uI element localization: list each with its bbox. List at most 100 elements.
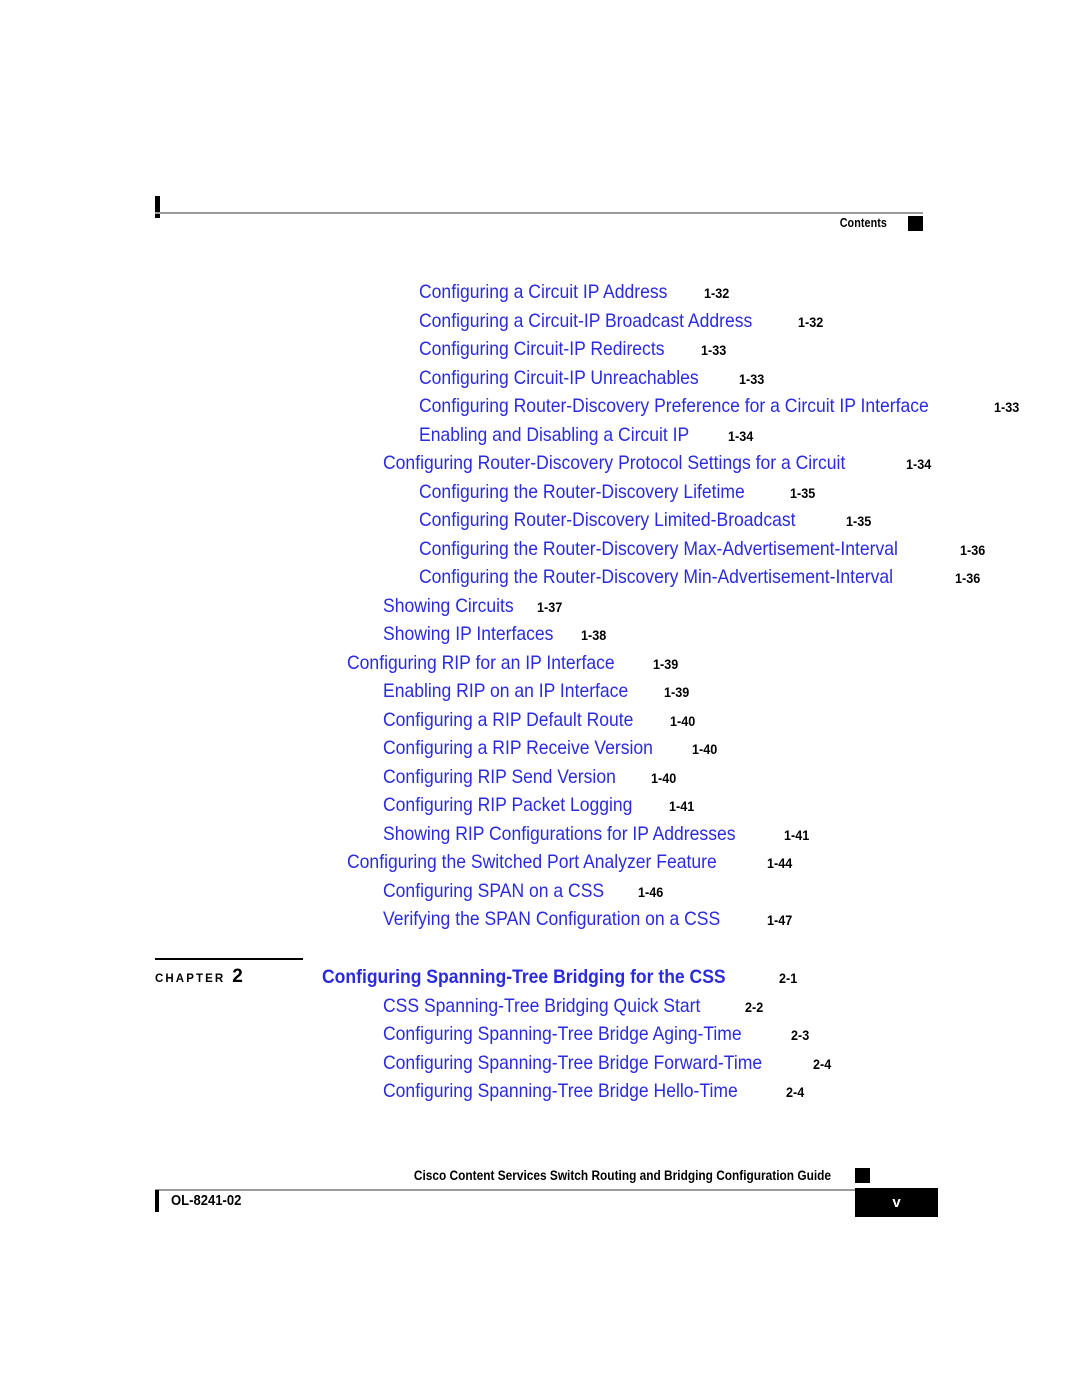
chapter-line: CHAPTER 2 bbox=[155, 966, 305, 988]
toc-entry-title: Configuring Spanning-Tree Bridge Aging-T… bbox=[383, 1023, 742, 1045]
toc-entry-row[interactable]: Enabling and Disabling a Circuit IP 1-34 bbox=[0, 421, 1080, 450]
header-left-tick bbox=[155, 196, 160, 218]
toc-entry-row[interactable]: Configuring RIP Send Version 1-40 bbox=[0, 763, 1080, 792]
toc-entry-page-number: 1-33 bbox=[994, 399, 1020, 415]
toc-entry-row[interactable]: Showing RIP Configurations for IP Addres… bbox=[0, 820, 1080, 849]
toc-entry-title: CSS Spanning-Tree Bridging Quick Start bbox=[383, 994, 701, 1017]
toc-entry-title: Configuring RIP for an IP Interface bbox=[347, 651, 615, 674]
header-contents-label: Contents bbox=[839, 216, 887, 230]
toc-entry-row[interactable]: Configuring a Circuit-IP Broadcast Addre… bbox=[0, 307, 1080, 336]
footer-rule bbox=[155, 1189, 870, 1191]
toc-entry-row[interactable]: Configuring Circuit-IP Unreachables 1-33 bbox=[0, 364, 1080, 393]
chapter-marker: CHAPTER 2 bbox=[155, 958, 305, 988]
toc-entry-title: Configuring the Switched Port Analyzer F… bbox=[347, 851, 717, 873]
toc-entry-page-number: 1-46 bbox=[637, 883, 663, 900]
footer-guide-title: Cisco Content Services Switch Routing an… bbox=[413, 1168, 831, 1183]
toc-entry-row[interactable]: Configuring Circuit-IP Redirects 1-33 bbox=[0, 335, 1080, 364]
toc-entry-title: Configuring the Router-Discovery Lifetim… bbox=[419, 480, 745, 503]
footer-page-number: v bbox=[855, 1188, 938, 1217]
toc-entry-page-number: 1-41 bbox=[783, 826, 809, 843]
toc-entry-title: Configuring a RIP Receive Version bbox=[383, 737, 653, 759]
toc-entry-title: Configuring Circuit-IP Redirects bbox=[419, 338, 665, 360]
toc-entry-page-number: 1-33 bbox=[700, 342, 726, 358]
chapter-rule bbox=[155, 958, 303, 960]
toc-entry-row[interactable]: Configuring Spanning-Tree Bridge Hello-T… bbox=[0, 1077, 1080, 1106]
toc-entry-page-number: 1-32 bbox=[798, 313, 824, 330]
toc-entry-page-number: 1-33 bbox=[738, 370, 764, 387]
toc-entry-title: Configuring Router-Discovery Limited-Bro… bbox=[419, 509, 796, 531]
toc-entry-page-number: 2-3 bbox=[790, 1027, 809, 1043]
toc-entry-title: Showing RIP Configurations for IP Addres… bbox=[383, 822, 736, 845]
page-header: Contents bbox=[155, 196, 923, 236]
toc-entry-page-number: 1-36 bbox=[960, 541, 986, 558]
toc-entry-title: Configuring Router-Discovery Preference … bbox=[419, 395, 929, 417]
toc-entry-row[interactable]: Configuring a RIP Receive Version 1-40 bbox=[0, 734, 1080, 763]
toc-entry-page-number: 1-34 bbox=[728, 427, 754, 444]
toc-entry-title: Configuring RIP Packet Logging bbox=[383, 794, 633, 816]
toc-entry-title: Showing IP Interfaces bbox=[383, 623, 554, 645]
toc-entry-title: Configuring SPAN on a CSS bbox=[383, 879, 605, 902]
toc-entry-title: Enabling and Disabling a Circuit IP bbox=[419, 423, 690, 446]
chapter-word-label: CHAPTER bbox=[155, 973, 226, 985]
toc-entry-row[interactable]: Configuring the Switched Port Analyzer F… bbox=[0, 848, 1080, 877]
toc-entry-row[interactable]: Showing Circuits 1-37 bbox=[0, 592, 1080, 621]
toc-entry-row[interactable]: Verifying the SPAN Configuration on a CS… bbox=[0, 905, 1080, 934]
toc-entry-page-number: 1-38 bbox=[581, 627, 607, 643]
toc-entry-page-number: 1-36 bbox=[954, 570, 980, 586]
toc-entry-page-number: 2-4 bbox=[786, 1084, 805, 1100]
toc-entry-row[interactable]: Configuring the Router-Discovery Max-Adv… bbox=[0, 535, 1080, 564]
toc-entry-row[interactable]: Configuring Router-Discovery Limited-Bro… bbox=[0, 506, 1080, 535]
toc-entry-page-number: 1-47 bbox=[766, 912, 792, 928]
toc-entry-page-number: 2-1 bbox=[779, 969, 798, 986]
toc-entry-title: Configuring Spanning-Tree Bridge Hello-T… bbox=[383, 1080, 738, 1102]
toc-entry-page-number: 1-41 bbox=[669, 798, 695, 814]
footer-square-marker bbox=[855, 1168, 870, 1183]
toc-entry-page-number: 2-2 bbox=[744, 998, 763, 1015]
toc-entry-row[interactable]: Configuring Spanning-Tree Bridge Forward… bbox=[0, 1049, 1080, 1078]
toc-entry-page-number: 1-39 bbox=[664, 684, 690, 700]
toc-entry-row[interactable]: Configuring a Circuit IP Address 1-32 bbox=[0, 278, 1080, 307]
chapter-number: 2 bbox=[232, 966, 243, 987]
toc-entry-row[interactable]: Configuring RIP for an IP Interface 1-39 bbox=[0, 649, 1080, 678]
toc-entry-row[interactable]: Enabling RIP on an IP Interface 1-39 bbox=[0, 677, 1080, 706]
toc-entry-row[interactable]: Configuring Router-Discovery Protocol Se… bbox=[0, 449, 1080, 478]
toc-entry-title: Configuring Spanning-Tree Bridging for t… bbox=[322, 965, 726, 988]
toc-entry-page-number: 1-40 bbox=[691, 741, 718, 757]
toc-entry-title: Configuring Router-Discovery Protocol Se… bbox=[383, 452, 846, 474]
toc-entry-title: Configuring Spanning-Tree Bridge Forward… bbox=[383, 1051, 763, 1074]
toc-entry-row[interactable]: Configuring a RIP Default Route 1-40 bbox=[0, 706, 1080, 735]
toc-entry-page-number: 1-37 bbox=[537, 598, 563, 615]
toc-entry-row[interactable]: Configuring the Router-Discovery Min-Adv… bbox=[0, 563, 1080, 592]
footer-left-tick bbox=[155, 1190, 159, 1212]
header-rule bbox=[155, 212, 923, 214]
toc-entry-row[interactable]: Configuring Spanning-Tree Bridge Aging-T… bbox=[0, 1020, 1080, 1049]
toc-entry-page-number: 1-35 bbox=[790, 484, 816, 501]
toc-entry-row[interactable]: CSS Spanning-Tree Bridging Quick Start 2-… bbox=[0, 992, 1080, 1021]
toc-entry-title: Verifying the SPAN Configuration on a CS… bbox=[383, 908, 721, 930]
toc-entry-page-number: 1-34 bbox=[905, 456, 931, 472]
toc-entry-row[interactable]: Configuring Router-Discovery Preference … bbox=[0, 392, 1080, 421]
toc-entry-title: Configuring a Circuit-IP Broadcast Addre… bbox=[419, 309, 753, 332]
toc-entry-page-number: 2-4 bbox=[813, 1055, 832, 1072]
header-square-marker bbox=[908, 216, 923, 231]
toc-entry-row[interactable]: Configuring SPAN on a CSS 1-46 bbox=[0, 877, 1080, 906]
toc-entry-page-number: 1-40 bbox=[650, 769, 676, 786]
page-footer: Cisco Content Services Switch Routing an… bbox=[155, 1168, 938, 1228]
toc-entry-page-number: 1-44 bbox=[766, 855, 793, 871]
toc-entry-page-number: 1-40 bbox=[670, 712, 696, 729]
toc-entry-title: Configuring RIP Send Version bbox=[383, 765, 616, 788]
toc-entry-row[interactable]: Configuring the Router-Discovery Lifetim… bbox=[0, 478, 1080, 507]
toc-entry-title: Configuring a RIP Default Route bbox=[383, 708, 634, 731]
toc-entry-title: Configuring the Router-Discovery Min-Adv… bbox=[419, 566, 894, 588]
toc-entry-page-number: 1-35 bbox=[846, 513, 872, 529]
toc-entry-page-number: 1-32 bbox=[704, 285, 730, 301]
toc-entry-title: Showing Circuits bbox=[383, 594, 514, 617]
toc-entry-row[interactable]: Showing IP Interfaces 1-38 bbox=[0, 620, 1080, 649]
toc-entry-page-number: 1-39 bbox=[653, 655, 679, 672]
toc-entry-title: Configuring a Circuit IP Address bbox=[419, 281, 668, 303]
toc-entry-title: Enabling RIP on an IP Interface bbox=[383, 680, 629, 702]
toc-entry-title: Configuring the Router-Discovery Max-Adv… bbox=[419, 537, 898, 560]
document-page: Contents Configuring a Circuit IP Addres… bbox=[0, 0, 1080, 1397]
toc-entry-title: Configuring Circuit-IP Unreachables bbox=[419, 366, 699, 389]
toc-entry-row[interactable]: Configuring RIP Packet Logging 1-41 bbox=[0, 791, 1080, 820]
